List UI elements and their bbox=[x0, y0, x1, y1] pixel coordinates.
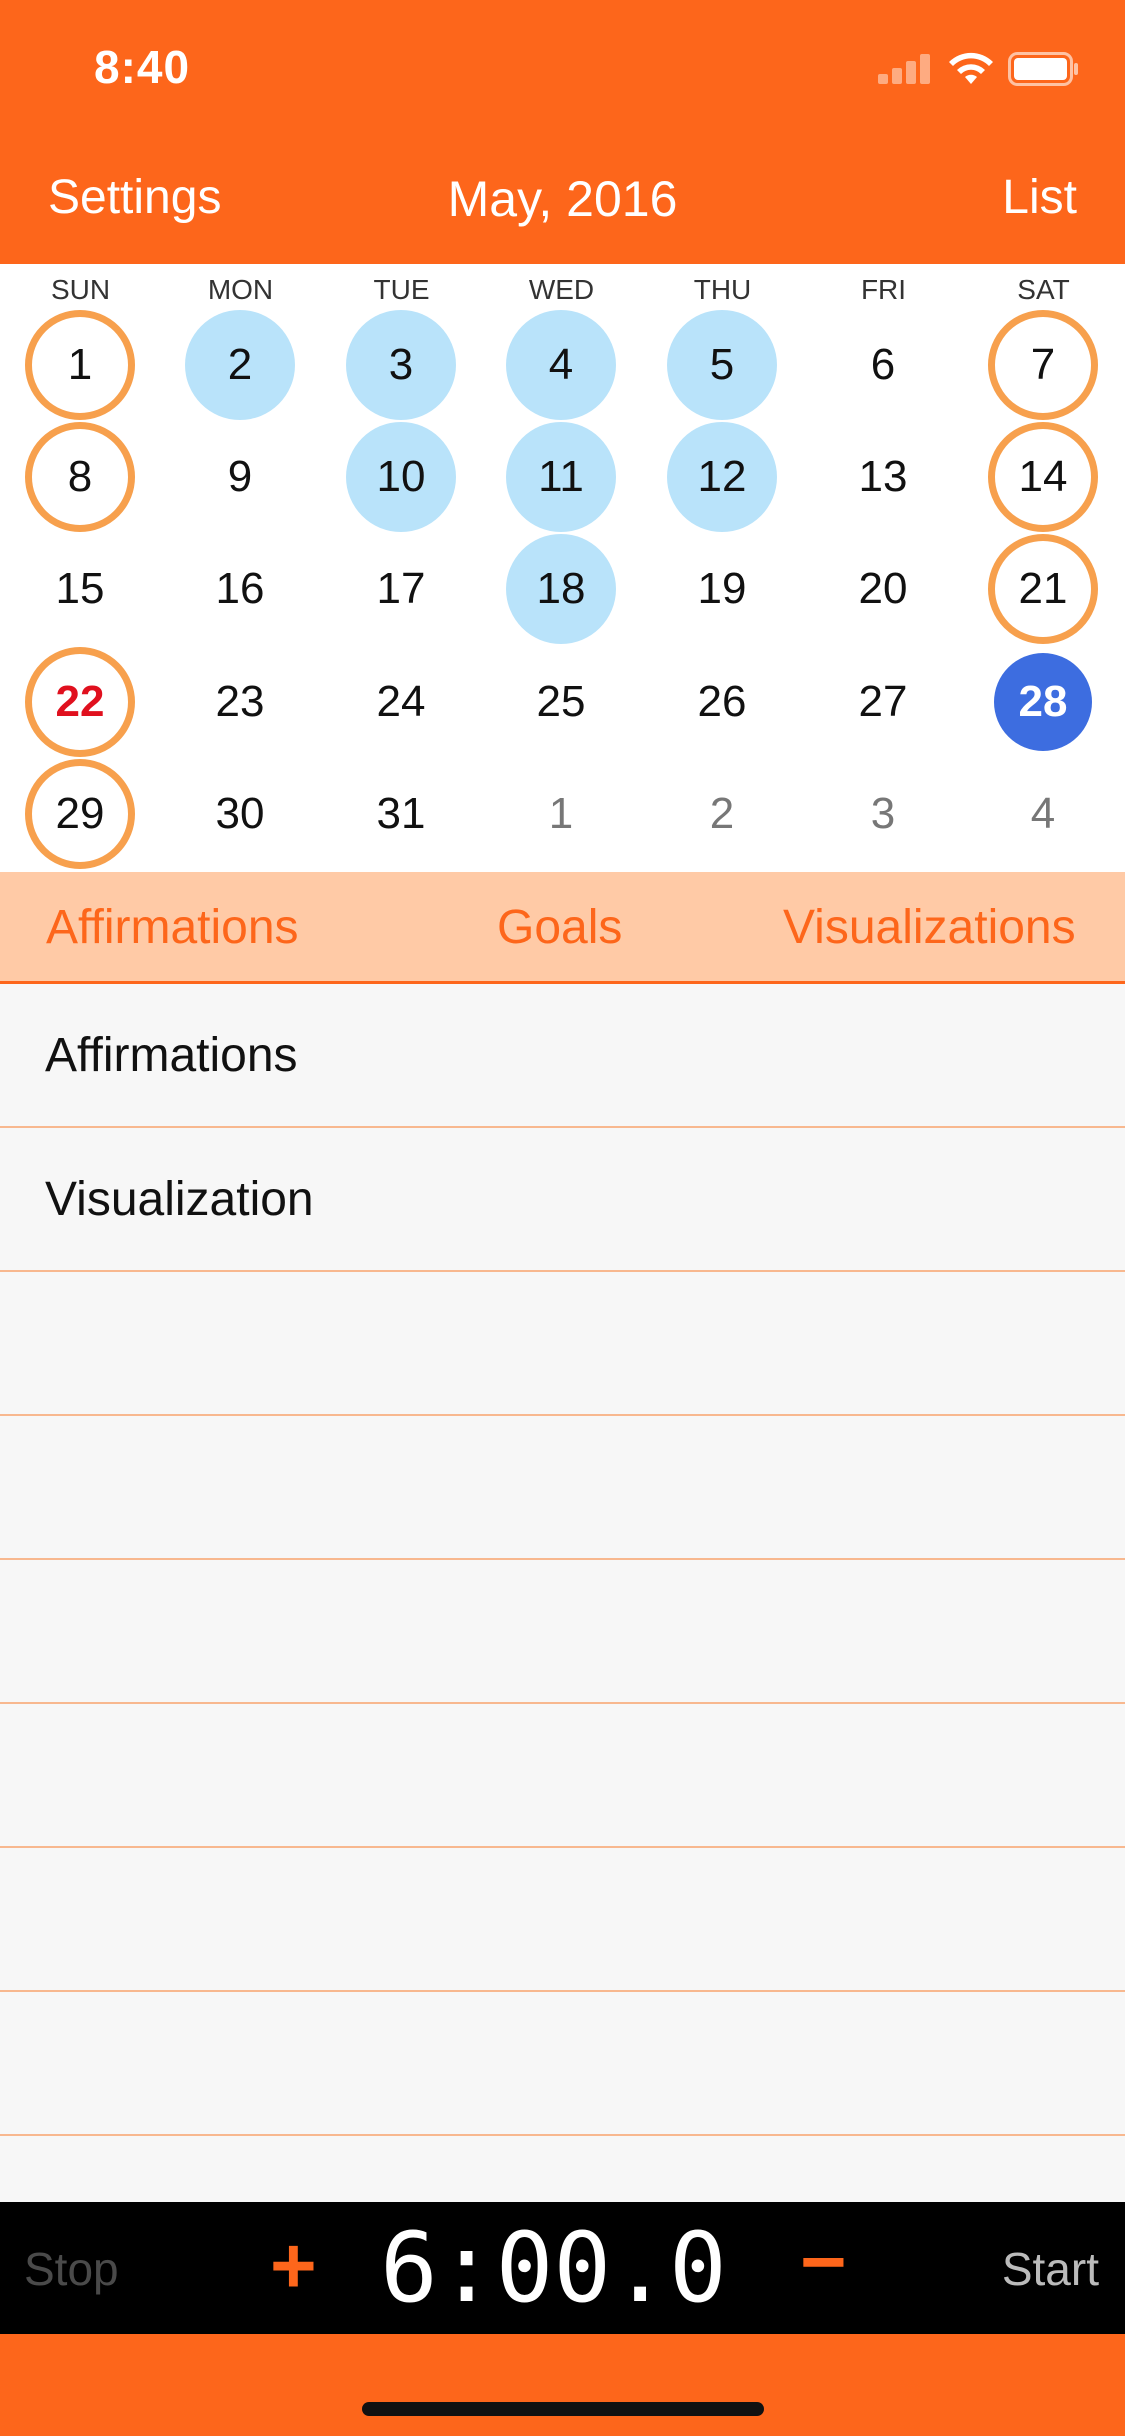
month-title: May, 2016 bbox=[447, 171, 678, 227]
calendar-day[interactable]: 23 bbox=[185, 647, 295, 757]
calendar-day[interactable]: 3 bbox=[828, 759, 938, 869]
list-row[interactable]: Visualization bbox=[0, 1128, 1125, 1272]
calendar-day[interactable]: 19 bbox=[667, 534, 777, 644]
calendar-day[interactable]: 2 bbox=[185, 310, 295, 420]
calendar-day[interactable]: 28 bbox=[994, 653, 1092, 751]
wifi-icon bbox=[949, 52, 993, 84]
weekday-mon: MON bbox=[207, 274, 274, 305]
decrease-time-button[interactable]: − bbox=[800, 2216, 847, 2308]
list-row[interactable] bbox=[0, 1272, 1125, 1416]
calendar-day[interactable]: 16 bbox=[185, 534, 295, 644]
calendar-day[interactable]: 9 bbox=[185, 422, 295, 532]
calendar-day[interactable]: 20 bbox=[828, 534, 938, 644]
weekday-wed: WED bbox=[528, 274, 595, 305]
calendar-day[interactable]: 10 bbox=[346, 422, 456, 532]
calendar-day[interactable]: 30 bbox=[185, 759, 295, 869]
timer-display: 6:00.0 bbox=[380, 2212, 727, 2324]
cellular-signal-icon bbox=[878, 52, 932, 84]
calendar-day[interactable]: 3 bbox=[346, 310, 456, 420]
timer-bar: Stop + 6:00.0 − Start bbox=[0, 2202, 1125, 2334]
calendar-day[interactable]: 11 bbox=[506, 422, 616, 532]
list-row[interactable] bbox=[0, 1704, 1125, 1848]
weekday-thu: THU bbox=[693, 274, 752, 305]
calendar-day[interactable]: 21 bbox=[988, 534, 1098, 644]
category-tabs: Affirmations Goals Visualizations bbox=[0, 872, 1125, 984]
weekday-sun: SUN bbox=[50, 274, 111, 305]
list-row[interactable]: Affirmations bbox=[0, 984, 1125, 1128]
tab-affirmations[interactable]: Affirmations bbox=[46, 900, 299, 955]
weekday-sat: SAT bbox=[1017, 274, 1070, 305]
list-row[interactable] bbox=[0, 1560, 1125, 1704]
calendar-day[interactable]: 1 bbox=[25, 310, 135, 420]
calendar-day[interactable]: 2 bbox=[667, 759, 777, 869]
calendar-day[interactable]: 24 bbox=[346, 647, 456, 757]
tab-visualizations[interactable]: Visualizations bbox=[783, 900, 1076, 955]
calendar-day[interactable]: 4 bbox=[506, 310, 616, 420]
calendar-day[interactable]: 5 bbox=[667, 310, 777, 420]
calendar-day[interactable]: 26 bbox=[667, 647, 777, 757]
calendar-day[interactable]: 6 bbox=[828, 310, 938, 420]
calendar-day[interactable]: 17 bbox=[346, 534, 456, 644]
calendar-day[interactable]: 12 bbox=[667, 422, 777, 532]
calendar-day[interactable]: 25 bbox=[506, 647, 616, 757]
list-row[interactable] bbox=[0, 1848, 1125, 1992]
calendar-day[interactable]: 29 bbox=[25, 759, 135, 869]
calendar-day[interactable]: 8 bbox=[25, 422, 135, 532]
calendar-day[interactable]: 27 bbox=[828, 647, 938, 757]
home-indicator[interactable] bbox=[362, 2402, 764, 2416]
list-row-label: Visualization bbox=[45, 1173, 314, 1226]
calendar-day[interactable]: 18 bbox=[506, 534, 616, 644]
battery-icon bbox=[1008, 52, 1078, 86]
bottom-area bbox=[0, 2334, 1125, 2436]
calendar-day[interactable]: 1 bbox=[506, 759, 616, 869]
entry-list: Affirmations Visualization bbox=[0, 984, 1125, 2202]
calendar-day[interactable]: 14 bbox=[988, 422, 1098, 532]
list-row[interactable] bbox=[0, 1416, 1125, 1560]
list-row[interactable] bbox=[0, 1992, 1125, 2136]
status-bar: 8:40 bbox=[0, 0, 1125, 140]
calendar-day[interactable]: 4 bbox=[988, 759, 1098, 869]
start-button[interactable]: Start bbox=[1002, 2242, 1099, 2296]
weekday-tue: TUE bbox=[373, 274, 430, 305]
calendar-day[interactable]: 15 bbox=[25, 534, 135, 644]
calendar: SUN MON TUE WED THU FRI SAT 1 2 3 4 5 6 7 8 9 10 11 12 13 14… bbox=[0, 264, 1125, 872]
list-row-label: Affirmations bbox=[45, 1029, 298, 1082]
calendar-day[interactable]: 22 bbox=[25, 647, 135, 757]
list-button[interactable]: List bbox=[1002, 170, 1077, 225]
tab-goals[interactable]: Goals bbox=[497, 900, 622, 955]
navigation-bar: Settings May, 2016 List bbox=[0, 140, 1125, 264]
increase-time-button[interactable]: + bbox=[270, 2220, 317, 2312]
stop-button[interactable]: Stop bbox=[24, 2242, 119, 2296]
calendar-day[interactable]: 13 bbox=[828, 422, 938, 532]
calendar-day[interactable]: 7 bbox=[988, 310, 1098, 420]
weekday-fri: FRI bbox=[860, 274, 907, 305]
status-time: 8:40 bbox=[94, 41, 191, 93]
calendar-day[interactable]: 31 bbox=[346, 759, 456, 869]
